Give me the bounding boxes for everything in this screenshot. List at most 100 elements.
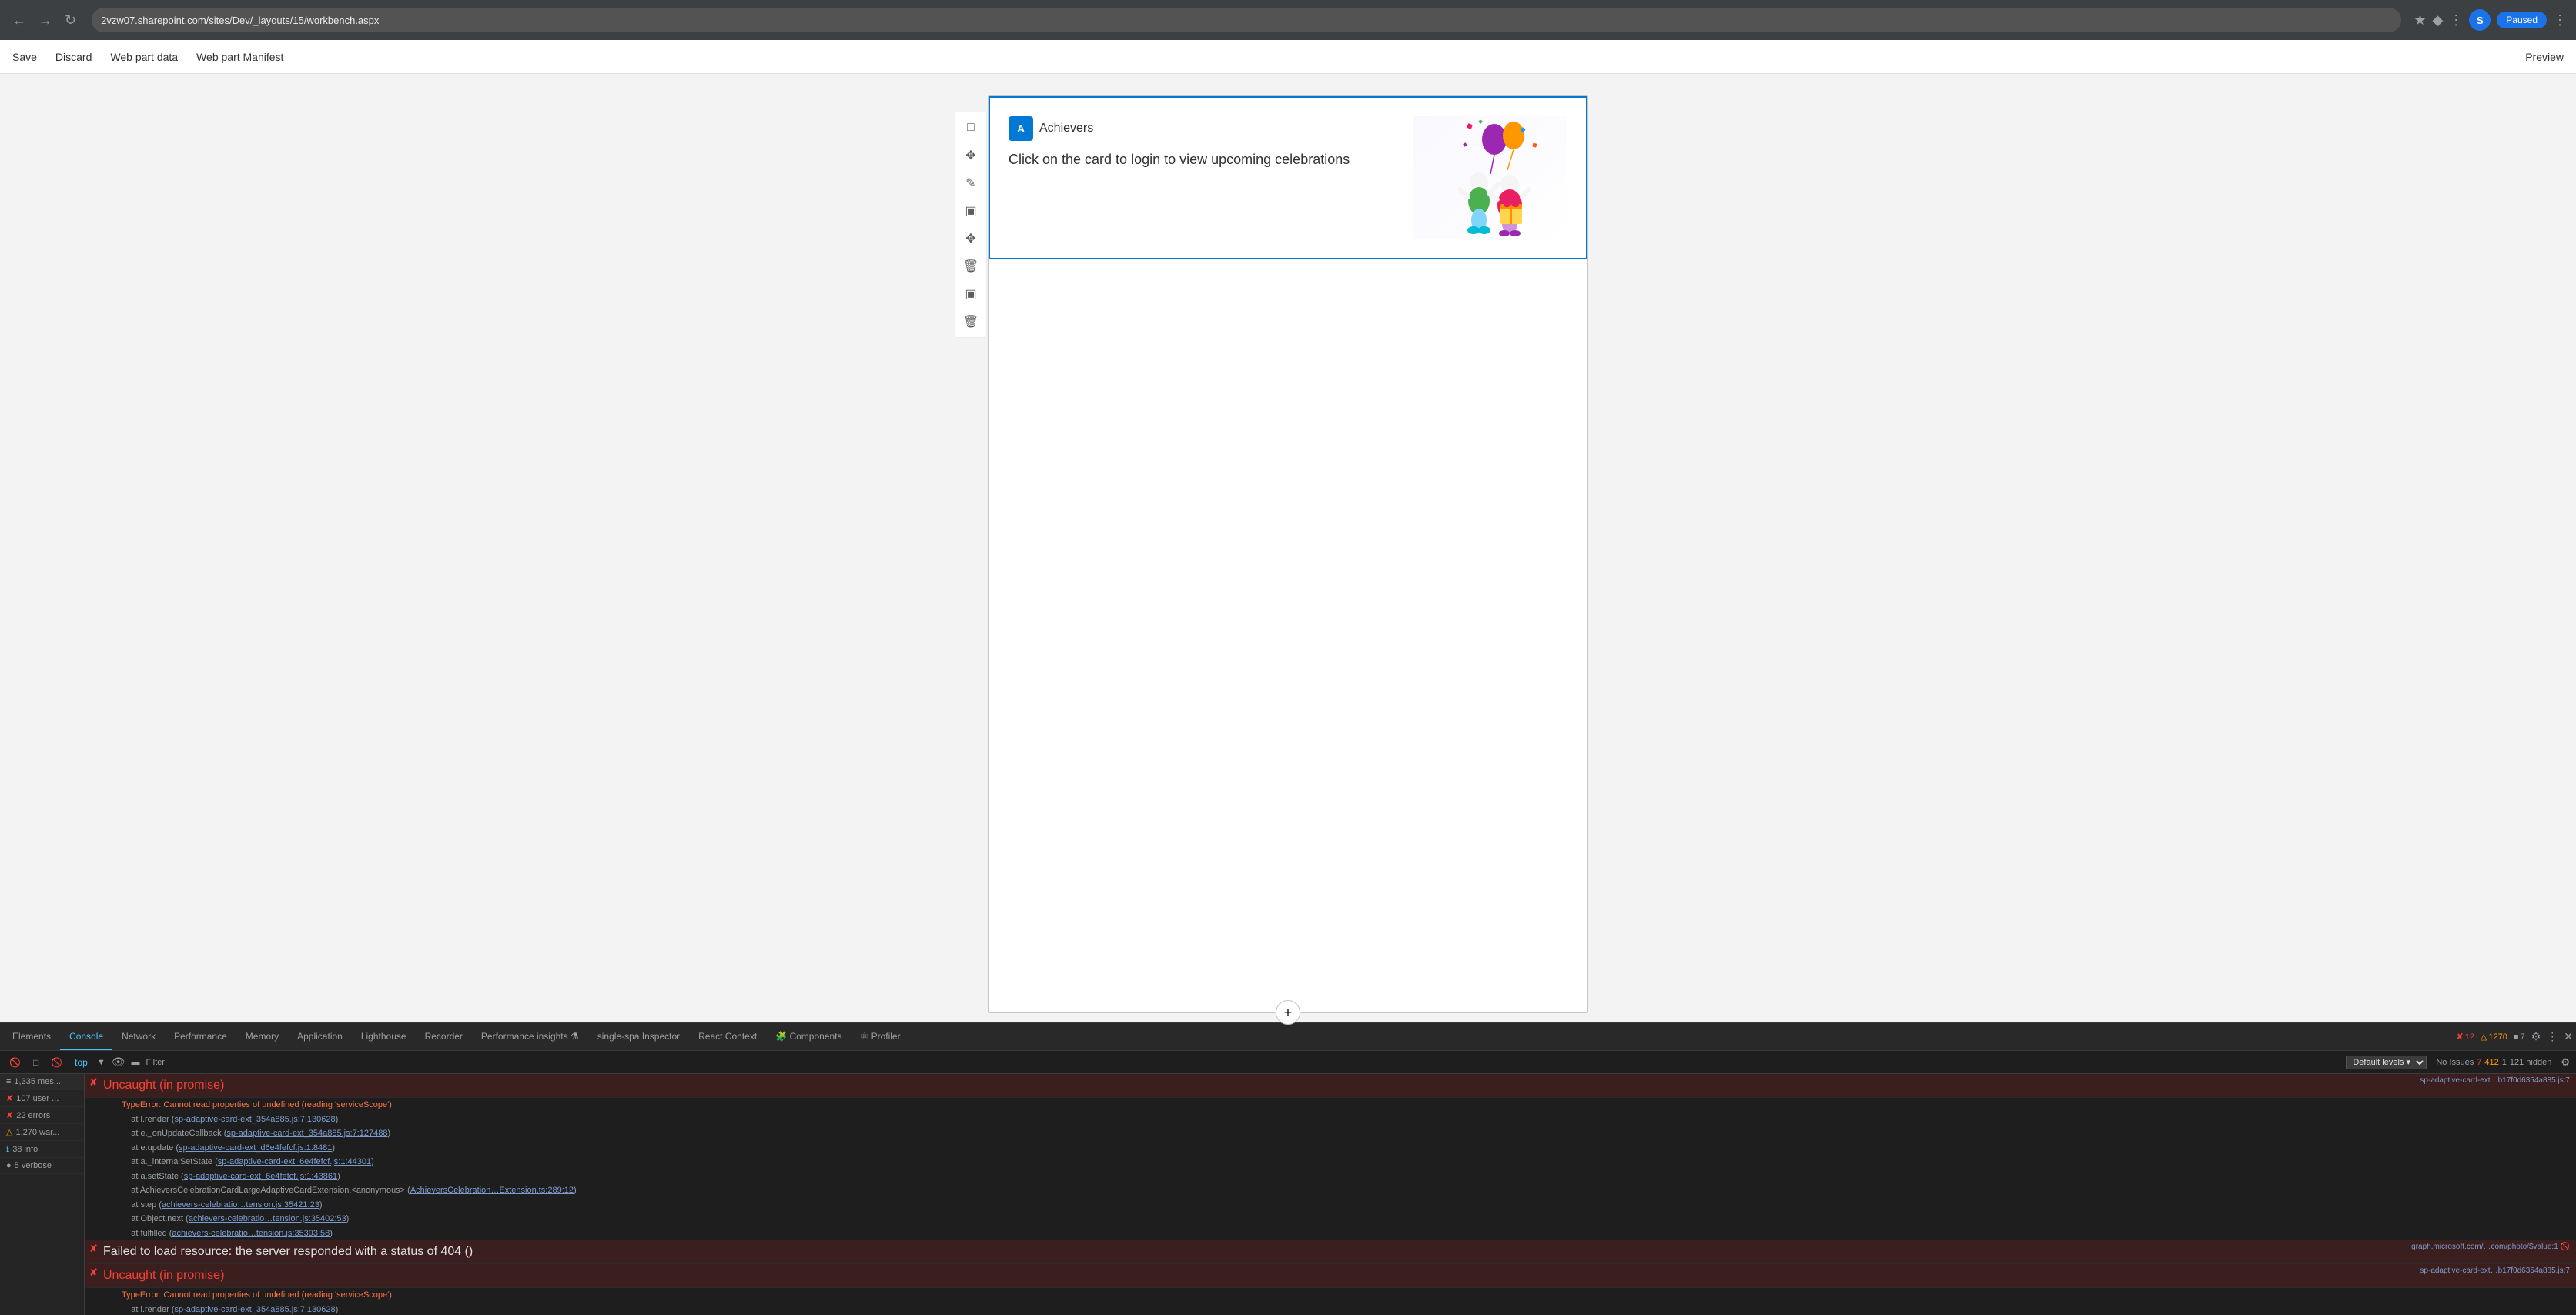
console-settings-icon[interactable]: ⚙ bbox=[2561, 1056, 2570, 1069]
extensions-icon[interactable]: ◆ bbox=[2432, 12, 2443, 28]
add-webpart-button[interactable]: + bbox=[1276, 1000, 1300, 1025]
sidebar-warnings[interactable]: △ 1,270 war... bbox=[0, 1124, 84, 1141]
tab-components[interactable]: 🧩 Components bbox=[766, 1023, 851, 1051]
console-toolbar: 🚫 □ 🚫 top ▼ 👁 ▬ Filter Default levels ▾ … bbox=[0, 1051, 2576, 1074]
error-badge: ✘ 12 bbox=[2457, 1032, 2474, 1042]
error-message-404: ✘ Failed to load resource: the server re… bbox=[85, 1240, 2576, 1264]
settings-icon[interactable]: ⚙ bbox=[2531, 1030, 2541, 1043]
top-context[interactable]: top bbox=[72, 1057, 91, 1068]
stack-1-9: at fulfilled (achievers-celebratio…tensi… bbox=[85, 1226, 2576, 1241]
webpart-wrapper: □ ✥ ✎ ▣ ✥ 🗑 ▣ 🗑 A Achievers Click on the… bbox=[988, 95, 1588, 1013]
stack-link-1-9[interactable]: achievers-celebratio…tension.js:35393:58 bbox=[172, 1229, 330, 1238]
filter-label[interactable]: Filter bbox=[146, 1058, 165, 1067]
back-button[interactable]: ← bbox=[9, 9, 29, 32]
error-content-1: Uncaught (in promise) bbox=[103, 1076, 2414, 1095]
tab-react-context[interactable]: React Context bbox=[689, 1023, 766, 1051]
card-message: Click on the card to login to view upcom… bbox=[1009, 150, 1401, 169]
error-source-404[interactable]: graph.microsoft.com/…com/photo/$value:1 … bbox=[2411, 1243, 2570, 1251]
top-chevron[interactable]: ▼ bbox=[97, 1058, 105, 1067]
trash-button[interactable]: 🗑 bbox=[958, 310, 983, 334]
default-levels-select[interactable]: Default levels ▾ bbox=[2346, 1056, 2427, 1069]
close-devtools-icon[interactable]: ✕ bbox=[2564, 1030, 2573, 1043]
devtools-tab-actions: ✘ 12 △ 1270 ■ 7 ⚙ ⋮ ✕ bbox=[2457, 1030, 2574, 1043]
tab-console[interactable]: Console bbox=[60, 1023, 112, 1051]
tab-performance-insights[interactable]: Performance insights ⚗ bbox=[472, 1023, 588, 1051]
bookmark-icon[interactable]: ★ bbox=[2414, 12, 2426, 28]
address-bar[interactable]: 2vzw07.sharepoint.com/sites/Dev/_layouts… bbox=[92, 8, 2401, 32]
tab-elements[interactable]: Elements bbox=[3, 1023, 60, 1051]
more-icon[interactable]: ⋮ bbox=[2553, 12, 2567, 28]
achievers-card[interactable]: A Achievers Click on the card to login t… bbox=[989, 96, 1587, 259]
tab-single-spa[interactable]: single-spa Inspector bbox=[588, 1023, 689, 1051]
paused-button[interactable]: Paused bbox=[2497, 12, 2547, 28]
stack-link-2-1[interactable]: sp-adaptive-card-ext_354a885.js:7:130628 bbox=[174, 1305, 335, 1314]
errors-label: 22 errors bbox=[16, 1111, 50, 1120]
no-issues-indicator: No Issues 7 412 1 121 hidden bbox=[2436, 1058, 2551, 1067]
issues-count-1: 1 bbox=[2502, 1058, 2507, 1067]
inspect-button[interactable]: □ bbox=[30, 1056, 42, 1069]
webpart-toolbar: □ ✥ ✎ ▣ ✥ 🗑 ▣ 🗑 bbox=[955, 112, 987, 338]
stack-link-1-2[interactable]: sp-adaptive-card-ext_354a885.js:7:127488 bbox=[226, 1129, 387, 1138]
web-part-data-link[interactable]: Web part data bbox=[110, 51, 178, 63]
stack-link-1-1[interactable]: sp-adaptive-card-ext_354a885.js:7:130628 bbox=[174, 1115, 335, 1124]
issues-count-412: 412 bbox=[2484, 1058, 2498, 1067]
stack-link-1-5[interactable]: sp-adaptive-card-ext_6e4fefcf.js:1:43861 bbox=[184, 1172, 337, 1181]
duplicate-button[interactable]: ▣ bbox=[958, 199, 983, 223]
save-link[interactable]: Save bbox=[12, 51, 37, 63]
web-part-manifest-link[interactable]: Web part Manifest bbox=[196, 51, 283, 63]
delete-button[interactable]: 🗑 bbox=[958, 254, 983, 279]
stack-link-1-4[interactable]: sp-adaptive-card-ext_6e4fefcf.js:1:44301 bbox=[218, 1157, 371, 1166]
sidebar-errors[interactable]: ✘ 22 errors bbox=[0, 1107, 84, 1124]
tab-profiler[interactable]: ⚛ Profiler bbox=[851, 1023, 910, 1051]
sidebar-user-messages[interactable]: ✘ 107 user ... bbox=[0, 1090, 84, 1107]
warnings-icon: △ bbox=[6, 1127, 12, 1137]
preview-link[interactable]: Preview bbox=[2525, 51, 2564, 63]
discard-link[interactable]: Discard bbox=[55, 51, 92, 63]
tab-lighthouse[interactable]: Lighthouse bbox=[352, 1023, 416, 1051]
forward-button[interactable]: → bbox=[35, 9, 55, 32]
profile-button[interactable]: S bbox=[2469, 9, 2491, 31]
console-main: ≡ 1,335 mes... ✘ 107 user ... ✘ 22 error… bbox=[0, 1074, 2576, 1315]
issues-count-7: 7 bbox=[2477, 1058, 2481, 1067]
tab-application[interactable]: Application bbox=[288, 1023, 352, 1051]
more-devtools-icon[interactable]: ⋮ bbox=[2547, 1030, 2558, 1043]
reorder-button[interactable]: ✥ bbox=[958, 226, 983, 251]
comment-button[interactable]: □ bbox=[958, 115, 983, 140]
error-icon-2: ✘ bbox=[89, 1266, 98, 1279]
sidebar-all-messages[interactable]: ≡ 1,335 mes... bbox=[0, 1074, 84, 1090]
move-button[interactable]: ✥ bbox=[958, 143, 983, 168]
devtools-tabs: Elements Console Network Performance Mem… bbox=[0, 1023, 2576, 1051]
all-messages-icon: ≡ bbox=[6, 1077, 11, 1086]
stack-link-1-6[interactable]: AchieversCelebration…Extension.ts:289:12 bbox=[410, 1186, 574, 1195]
card-left: A Achievers Click on the card to login t… bbox=[1009, 116, 1401, 239]
error-content-404: Failed to load resource: the server resp… bbox=[103, 1243, 2405, 1261]
stack-1-4: at a._internalSetState (sp-adaptive-card… bbox=[85, 1155, 2576, 1169]
stack-link-1-7[interactable]: achievers-celebratio…tension.js:35421:23 bbox=[162, 1200, 319, 1210]
sidebar-verbose[interactable]: ● 5 verbose bbox=[0, 1158, 84, 1174]
user-messages-label: 107 user ... bbox=[16, 1094, 59, 1103]
achievers-logo-text: Achievers bbox=[1039, 122, 1093, 136]
stack-link-1-3[interactable]: sp-adaptive-card-ext_d6e4fefcf.js:1:8481 bbox=[179, 1143, 332, 1153]
error-source-2[interactable]: sp-adaptive-card-ext…b17f0d6354a885.js:7 bbox=[2420, 1266, 2570, 1275]
warnings-label: 1,270 war... bbox=[15, 1128, 59, 1137]
copy-button[interactable]: ▣ bbox=[958, 282, 983, 306]
reload-button[interactable]: ↻ bbox=[62, 9, 79, 32]
no-issues-button[interactable]: 🚫 bbox=[48, 1056, 65, 1069]
stack-1-2: at e._onUpdateCallback (sp-adaptive-card… bbox=[85, 1126, 2576, 1141]
filter-icon[interactable]: ▬ bbox=[132, 1058, 140, 1067]
console-sidebar: ≡ 1,335 mes... ✘ 107 user ... ✘ 22 error… bbox=[0, 1074, 85, 1315]
clear-console-button[interactable]: 🚫 bbox=[6, 1056, 24, 1069]
tab-memory[interactable]: Memory bbox=[236, 1023, 288, 1051]
sidebar-info[interactable]: ℹ 38 info bbox=[0, 1141, 84, 1158]
chrome-menu-icon[interactable]: ⋮ bbox=[2449, 12, 2463, 28]
eye-icon[interactable]: 👁 bbox=[112, 1056, 125, 1069]
error-source-1[interactable]: sp-adaptive-card-ext…b17f0d6354a885.js:7 bbox=[2420, 1076, 2570, 1085]
tab-performance[interactable]: Performance bbox=[165, 1023, 236, 1051]
tab-recorder[interactable]: Recorder bbox=[416, 1023, 472, 1051]
tab-network[interactable]: Network bbox=[112, 1023, 165, 1051]
edit-button[interactable]: ✎ bbox=[958, 171, 983, 196]
stack-link-1-8[interactable]: achievers-celebratio…tension.js:35402:53 bbox=[189, 1214, 346, 1223]
devtools: Elements Console Network Performance Mem… bbox=[0, 1022, 2576, 1315]
card-logo: A Achievers bbox=[1009, 116, 1401, 141]
main-area: □ ✥ ✎ ▣ ✥ 🗑 ▣ 🗑 A Achievers Click on the… bbox=[0, 74, 2576, 1022]
